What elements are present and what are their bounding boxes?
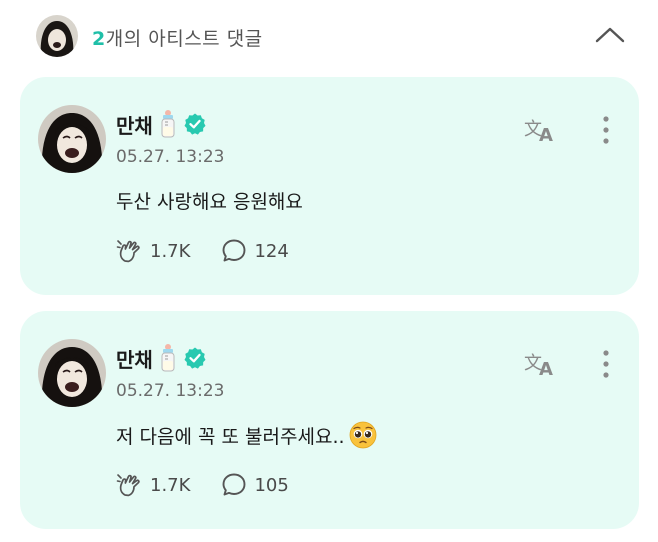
more-options-button[interactable] — [598, 113, 614, 149]
more-vertical-icon — [603, 116, 609, 144]
translate-icon: 文 A — [524, 353, 553, 380]
author-row: 만채 — [116, 343, 207, 373]
baby-bottle-icon — [161, 110, 175, 138]
comment-stats: 1.7K 124 — [116, 237, 319, 265]
collapse-button[interactable] — [590, 20, 630, 50]
verified-badge-icon — [184, 113, 206, 135]
avatar[interactable] — [38, 105, 106, 173]
reply-count: 105 — [254, 474, 289, 496]
comment-stats: 1.7K 105 — [116, 471, 319, 499]
verified-badge-icon — [184, 347, 206, 369]
comment-text: 저 다음에 꼭 또 불러주세요.. — [116, 421, 377, 449]
translate-button[interactable]: 文 A — [522, 347, 560, 380]
author-row: 만채 — [116, 109, 207, 139]
comment-card: 만채 05.27. 13:23 저 다음에 꼭 또 불러주세요.. 文 A 1.… — [20, 311, 639, 529]
translate-button[interactable]: 文 A — [522, 113, 560, 146]
like-count: 1.7K — [150, 474, 191, 496]
comment-body: 저 다음에 꼭 또 불러주세요.. — [116, 425, 345, 448]
comment-date: 05.27. 13:23 — [116, 381, 225, 401]
reply-count: 124 — [254, 240, 289, 262]
reply-button[interactable]: 124 — [220, 237, 289, 265]
like-button[interactable]: 1.7K — [116, 471, 190, 499]
speech-bubble-icon — [222, 239, 246, 262]
pleading-face-icon — [349, 421, 376, 449]
artist-comments-header: 2개의 아티스트 댓글 — [0, 0, 658, 76]
baby-bottle-icon — [161, 344, 175, 372]
author-name[interactable]: 만채 — [116, 344, 153, 373]
comment-body: 두산 사랑해요 응원해요 — [116, 191, 303, 213]
cheer-hand-icon — [116, 474, 140, 497]
comment-card: 만채 05.27. 13:23 두산 사랑해요 응원해요 文 A 1.7K 12… — [20, 77, 639, 295]
avatar[interactable] — [38, 339, 106, 407]
header-avatar — [36, 15, 78, 57]
artist-comment-count: 2 — [92, 28, 106, 50]
author-name[interactable]: 만채 — [116, 110, 153, 139]
more-vertical-icon — [603, 350, 609, 378]
comment-text: 두산 사랑해요 응원해요 — [116, 187, 303, 214]
chevron-up-icon — [595, 27, 625, 43]
artist-comments-title-text: 개의 아티스트 댓글 — [105, 28, 263, 50]
svg-text:A: A — [539, 125, 553, 145]
speech-bubble-icon — [222, 473, 246, 496]
like-button[interactable]: 1.7K — [116, 237, 190, 265]
artist-comments-title: 2개의 아티스트 댓글 — [92, 24, 263, 51]
reply-button[interactable]: 105 — [220, 471, 289, 499]
more-options-button[interactable] — [598, 347, 614, 383]
svg-text:A: A — [539, 359, 553, 379]
translate-icon: 文 A — [524, 119, 553, 146]
cheer-hand-icon — [116, 240, 140, 263]
comment-date: 05.27. 13:23 — [116, 147, 225, 167]
like-count: 1.7K — [150, 240, 191, 262]
